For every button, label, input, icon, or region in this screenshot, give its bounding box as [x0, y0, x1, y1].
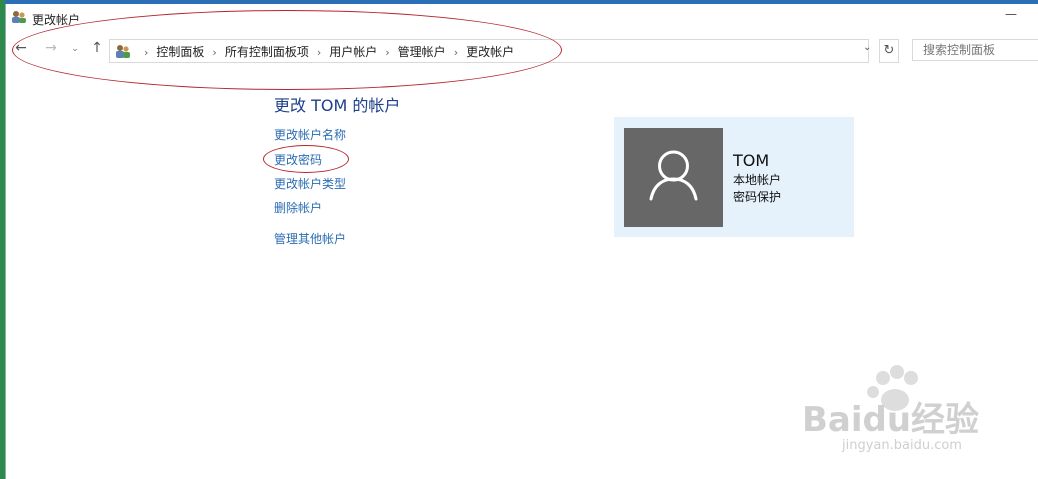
forward-arrow-icon[interactable]: →	[42, 40, 60, 56]
user-silhouette-icon	[649, 150, 698, 201]
address-bar[interactable]: › 控制面板 › 所有控制面板项 › 用户帐户 › 管理帐户 › 更改帐户	[109, 39, 869, 63]
back-arrow-icon[interactable]: ←	[12, 40, 30, 56]
breadcrumb: › 控制面板 › 所有控制面板项 › 用户帐户 › 管理帐户 › 更改帐户	[136, 43, 514, 60]
account-protection: 密码保护	[733, 190, 782, 204]
account-card: TOM 本地帐户 密码保护	[614, 117, 854, 237]
breadcrumb-control-panel[interactable]: 控制面板	[156, 45, 204, 59]
minimize-button[interactable]: —	[1005, 7, 1017, 21]
manage-other-accounts-link[interactable]: 管理其他帐户	[274, 230, 346, 247]
change-password-link[interactable]: 更改密码	[274, 151, 322, 168]
breadcrumb-separator-icon: ›	[144, 46, 149, 59]
control-panel-window: 更改帐户 — ← → ⌄ ↑ › 控制面板 › 所有控制面板项 › 用户帐户 › 管理帐户 › 更…	[5, 4, 1038, 479]
breadcrumb-separator-icon[interactable]: ›	[385, 46, 389, 59]
up-arrow-icon[interactable]: ↑	[88, 40, 106, 56]
change-account-name-link[interactable]: 更改帐户名称	[274, 126, 346, 143]
breadcrumb-separator-icon[interactable]: ›	[317, 46, 321, 59]
avatar	[624, 128, 723, 227]
watermark-url: jingyan.baidu.com	[842, 438, 962, 453]
control-panel-icon	[116, 45, 130, 58]
refresh-icon[interactable]: ↻	[879, 39, 899, 63]
account-type: 本地帐户	[733, 173, 782, 187]
breadcrumb-all-items[interactable]: 所有控制面板项	[225, 45, 309, 59]
page-title: 更改 TOM 的帐户	[274, 96, 401, 115]
change-account-type-link[interactable]: 更改帐户类型	[274, 175, 346, 192]
recent-locations-chevron-icon[interactable]: ⌄	[66, 44, 84, 54]
delete-account-link[interactable]: 删除帐户	[274, 199, 322, 216]
users-icon	[12, 11, 26, 23]
title-bar: 更改帐户 —	[6, 4, 1038, 30]
window-title: 更改帐户	[32, 13, 81, 27]
breadcrumb-separator-icon[interactable]: ›	[454, 46, 458, 59]
account-name: TOM	[733, 151, 770, 170]
breadcrumb-change-account[interactable]: 更改帐户	[466, 45, 514, 59]
breadcrumb-manage-accounts[interactable]: 管理帐户	[398, 45, 446, 59]
breadcrumb-user-accounts[interactable]: 用户帐户	[329, 45, 377, 59]
navigation-bar: ← → ⌄ ↑ › 控制面板 › 所有控制面板项 › 用户帐户 › 管理帐户 › 更改帐户 ⌄ ↻	[6, 36, 1038, 66]
address-dropdown-chevron-icon[interactable]: ⌄	[863, 42, 871, 53]
search-input[interactable]	[912, 39, 1038, 61]
watermark-brand: Baidu经验	[802, 400, 980, 440]
breadcrumb-separator-icon[interactable]: ›	[212, 46, 216, 59]
